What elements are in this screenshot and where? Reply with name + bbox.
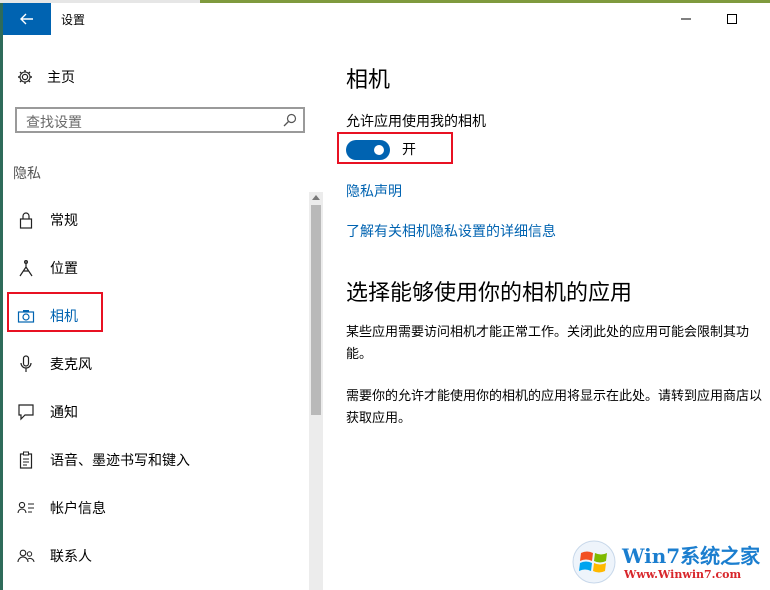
section-label-privacy: 隐私 xyxy=(13,166,41,182)
gear-icon xyxy=(18,70,32,84)
privacy-statement-link[interactable]: 隐私声明 xyxy=(346,181,402,201)
maximize-icon xyxy=(727,14,737,24)
search-placeholder: 查找设置 xyxy=(26,115,82,131)
sidebar-item-contacts[interactable]: 联系人 xyxy=(3,536,309,576)
title-bar: 设置 xyxy=(3,3,770,35)
location-icon xyxy=(17,259,35,277)
notification-icon xyxy=(17,403,35,421)
sidebar-item-label: 通知 xyxy=(50,405,78,421)
sidebar-item-notifications[interactable]: 通知 xyxy=(3,392,309,432)
minimize-button[interactable] xyxy=(663,3,709,35)
home-label: 主页 xyxy=(47,70,75,86)
minimize-icon xyxy=(681,18,691,20)
contacts-icon xyxy=(17,547,35,565)
windows-logo-icon xyxy=(572,540,616,584)
sidebar-item-general[interactable]: 常规 xyxy=(3,200,309,240)
info-paragraph-2: 需要你的允许才能使用你的相机的应用将显示在此处。请转到应用商店以获取应用。 xyxy=(346,389,763,426)
choose-apps-heading: 选择能够使用你的相机的应用 xyxy=(346,281,633,306)
lock-icon xyxy=(17,211,35,229)
camera-access-toggle[interactable] xyxy=(346,140,390,160)
toggle-knob xyxy=(374,145,384,155)
sidebar: 主页 查找设置 隐私 常规 位置 相机 麦克风 通知 语音、墨迹书写和键入 帐户… xyxy=(3,35,323,590)
sidebar-item-label: 联系人 xyxy=(50,549,92,565)
main-content: 相机 允许应用使用我的相机 开 隐私声明 了解有关相机隐私设置的详细信息 选择能… xyxy=(323,35,770,590)
search-icon[interactable] xyxy=(283,113,297,127)
scroll-up-arrow-icon[interactable] xyxy=(312,195,320,200)
watermark-text: Win7系统之家 xyxy=(622,544,761,568)
clipboard-icon xyxy=(17,451,35,469)
back-button[interactable] xyxy=(3,3,51,35)
sidebar-item-label: 麦克风 xyxy=(50,357,92,373)
back-arrow-icon xyxy=(20,13,33,25)
allow-apps-label: 允许应用使用我的相机 xyxy=(346,114,486,130)
sidebar-item-label: 位置 xyxy=(50,261,78,277)
sidebar-item-location[interactable]: 位置 xyxy=(3,248,309,288)
page-title: 相机 xyxy=(346,68,391,93)
sidebar-item-label: 语音、墨迹书写和键入 xyxy=(50,453,190,469)
sidebar-item-microphone[interactable]: 麦克风 xyxy=(3,344,309,384)
scrollbar-thumb[interactable] xyxy=(311,205,321,415)
settings-window: 设置 主页 查找设置 隐私 常规 位置 相机 麦克风 通知 语音、墨迹书写和键入… xyxy=(3,3,770,590)
info-paragraph-1: 某些应用需要访问相机才能正常工作。关闭此处的应用可能会限制其功能。 xyxy=(346,325,750,362)
watermark: Win7系统之家 Www.Winwin7.com xyxy=(572,538,768,588)
window-title: 设置 xyxy=(61,13,86,27)
sidebar-item-speech-inking-typing[interactable]: 语音、墨迹书写和键入 xyxy=(3,440,309,480)
account-info-icon xyxy=(17,499,35,517)
highlight-box-camera xyxy=(7,292,103,332)
home-nav-item[interactable]: 主页 xyxy=(17,65,75,89)
sidebar-item-account-info[interactable]: 帐户信息 xyxy=(3,488,309,528)
watermark-url: Www.Winwin7.com xyxy=(624,568,742,581)
sidebar-item-label: 常规 xyxy=(50,213,78,229)
maximize-button[interactable] xyxy=(709,3,755,35)
search-input[interactable]: 查找设置 xyxy=(15,107,305,133)
toggle-state-label: 开 xyxy=(402,142,416,158)
learn-more-link[interactable]: 了解有关相机隐私设置的详细信息 xyxy=(346,221,556,241)
microphone-icon xyxy=(17,355,35,373)
sidebar-item-label: 帐户信息 xyxy=(50,501,106,517)
